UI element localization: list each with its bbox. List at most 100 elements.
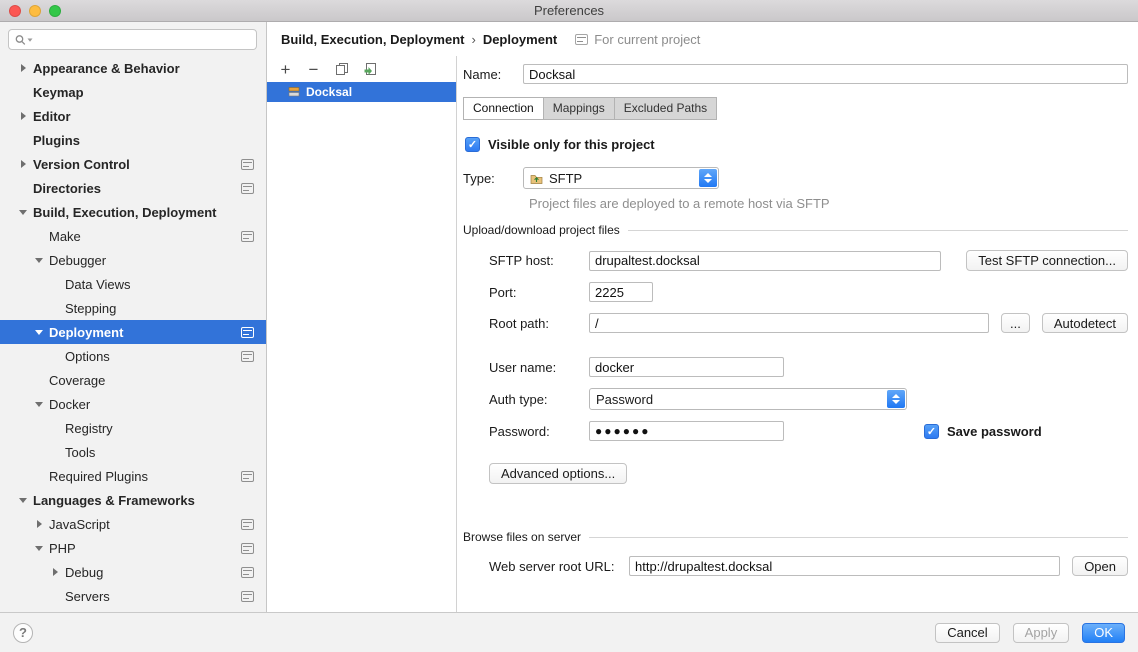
project-settings-icon [241,231,254,242]
sftp-host-input[interactable] [589,251,941,271]
sidebar-item-deployment[interactable]: Deployment [0,320,266,344]
tab-excluded-paths[interactable]: Excluded Paths [614,97,717,120]
web-root-label: Web server root URL: [489,559,629,574]
name-input[interactable] [523,64,1128,84]
server-list-toolbar: + − [267,56,456,82]
sidebar-item-options[interactable]: Options [0,344,266,368]
sidebar-item-build-execution-deployment[interactable]: Build, Execution, Deployment [0,200,266,224]
sidebar-item-registry[interactable]: Registry [0,416,266,440]
sidebar-item-coverage[interactable]: Coverage [0,368,266,392]
arrow-spacer [18,176,33,200]
breadcrumb-parent[interactable]: Build, Execution, Deployment [281,32,464,47]
sftp-host-label: SFTP host: [489,253,589,268]
save-password-checkbox[interactable]: ✓ [924,424,939,439]
upload-section-header: Upload/download project files [463,223,1128,237]
sidebar-item-label: Editor [33,109,71,124]
open-button[interactable]: Open [1072,556,1128,576]
port-row: Port: [489,282,1128,302]
arrow-spacer [50,272,65,296]
sidebar-item-label: PHP [49,541,76,556]
root-path-row: Root path: ... Autodetect [489,313,1128,333]
expand-arrow-icon[interactable] [50,560,65,584]
sidebar-item-data-views[interactable]: Data Views [0,272,266,296]
sidebar-item-javascript[interactable]: JavaScript [0,512,266,536]
autodetect-button[interactable]: Autodetect [1042,313,1128,333]
dropdown-stepper-icon [699,169,717,187]
test-connection-button[interactable]: Test SFTP connection... [966,250,1128,271]
project-settings-icon [241,159,254,170]
search-input[interactable] [8,29,257,50]
project-settings-icon [241,591,254,602]
sidebar-item-label: Docker [49,397,90,412]
arrow-spacer [50,416,65,440]
sidebar-item-label: Languages & Frameworks [33,493,195,508]
sidebar-item-debug[interactable]: Debug [0,560,266,584]
sidebar-item-editor[interactable]: Editor [0,104,266,128]
project-context-icon [575,34,588,45]
expand-arrow-icon[interactable] [18,104,33,128]
sidebar-item-label: Coverage [49,373,105,388]
help-button[interactable]: ? [13,623,33,643]
arrow-spacer [18,128,33,152]
collapse-arrow-icon[interactable] [34,392,49,416]
zoom-button[interactable] [49,5,61,17]
sidebar-item-keymap[interactable]: Keymap [0,80,266,104]
browse-root-button[interactable]: ... [1001,313,1030,333]
collapse-arrow-icon[interactable] [18,200,33,224]
expand-arrow-icon[interactable] [34,512,49,536]
sidebar-item-directories[interactable]: Directories [0,176,266,200]
sidebar-item-docker[interactable]: Docker [0,392,266,416]
save-password-label: Save password [947,424,1042,439]
expand-arrow-icon[interactable] [18,152,33,176]
server-name: Docksal [306,85,352,99]
close-button[interactable] [9,5,21,17]
cancel-button[interactable]: Cancel [935,623,999,643]
sidebar-item-version-control[interactable]: Version Control [0,152,266,176]
sidebar-item-servers[interactable]: Servers [0,584,266,608]
port-input[interactable] [589,282,653,302]
user-name-input[interactable] [589,357,784,377]
collapse-arrow-icon[interactable] [34,320,49,344]
user-name-label: User name: [489,360,589,375]
collapse-arrow-icon[interactable] [18,488,33,512]
minimize-button[interactable] [29,5,41,17]
add-server-icon[interactable]: + [278,61,293,77]
sidebar-item-make[interactable]: Make [0,224,266,248]
type-label: Type: [463,171,523,186]
sidebar-item-label: Debugger [49,253,106,268]
sidebar-item-languages-frameworks[interactable]: Languages & Frameworks [0,488,266,512]
apply-button[interactable]: Apply [1013,623,1070,643]
type-select[interactable]: SFTP [523,167,719,189]
visible-only-checkbox[interactable]: ✓ [465,137,480,152]
password-input[interactable] [589,421,784,441]
type-select-value: SFTP [549,171,582,186]
browse-section-title: Browse files on server [463,530,581,544]
collapse-arrow-icon[interactable] [34,248,49,272]
ok-button[interactable]: OK [1082,623,1125,643]
advanced-options-button[interactable]: Advanced options... [489,463,627,484]
root-path-input[interactable] [589,313,989,333]
tab-connection[interactable]: Connection [463,97,544,120]
sidebar-item-appearance-behavior[interactable]: Appearance & Behavior [0,56,266,80]
server-list-item[interactable]: Docksal [267,82,456,102]
sidebar-item-label: Debug [65,565,103,580]
sidebar-item-required-plugins[interactable]: Required Plugins [0,464,266,488]
sidebar-item-stepping[interactable]: Stepping [0,296,266,320]
sidebar-item-tools[interactable]: Tools [0,440,266,464]
tab-mappings[interactable]: Mappings [543,97,615,120]
sidebar-item-plugins[interactable]: Plugins [0,128,266,152]
collapse-arrow-icon[interactable] [34,536,49,560]
web-root-input[interactable] [629,556,1060,576]
settings-tree: Appearance & BehaviorKeymap Editor Plugins… [0,53,266,612]
sidebar-item-debugger[interactable]: Debugger [0,248,266,272]
sidebar-item-label: Data Views [65,277,131,292]
paste-server-icon[interactable] [362,61,377,77]
sidebar-item-php[interactable]: PHP [0,536,266,560]
content-area: Build, Execution, Deployment › Deploymen… [267,22,1138,612]
copy-server-icon[interactable] [334,61,349,77]
sidebar-item-label: Build, Execution, Deployment [33,205,216,220]
breadcrumb-separator-icon: › [471,32,475,47]
expand-arrow-icon[interactable] [18,56,33,80]
auth-type-select[interactable]: Password [589,388,907,410]
remove-server-icon[interactable]: − [306,61,321,77]
